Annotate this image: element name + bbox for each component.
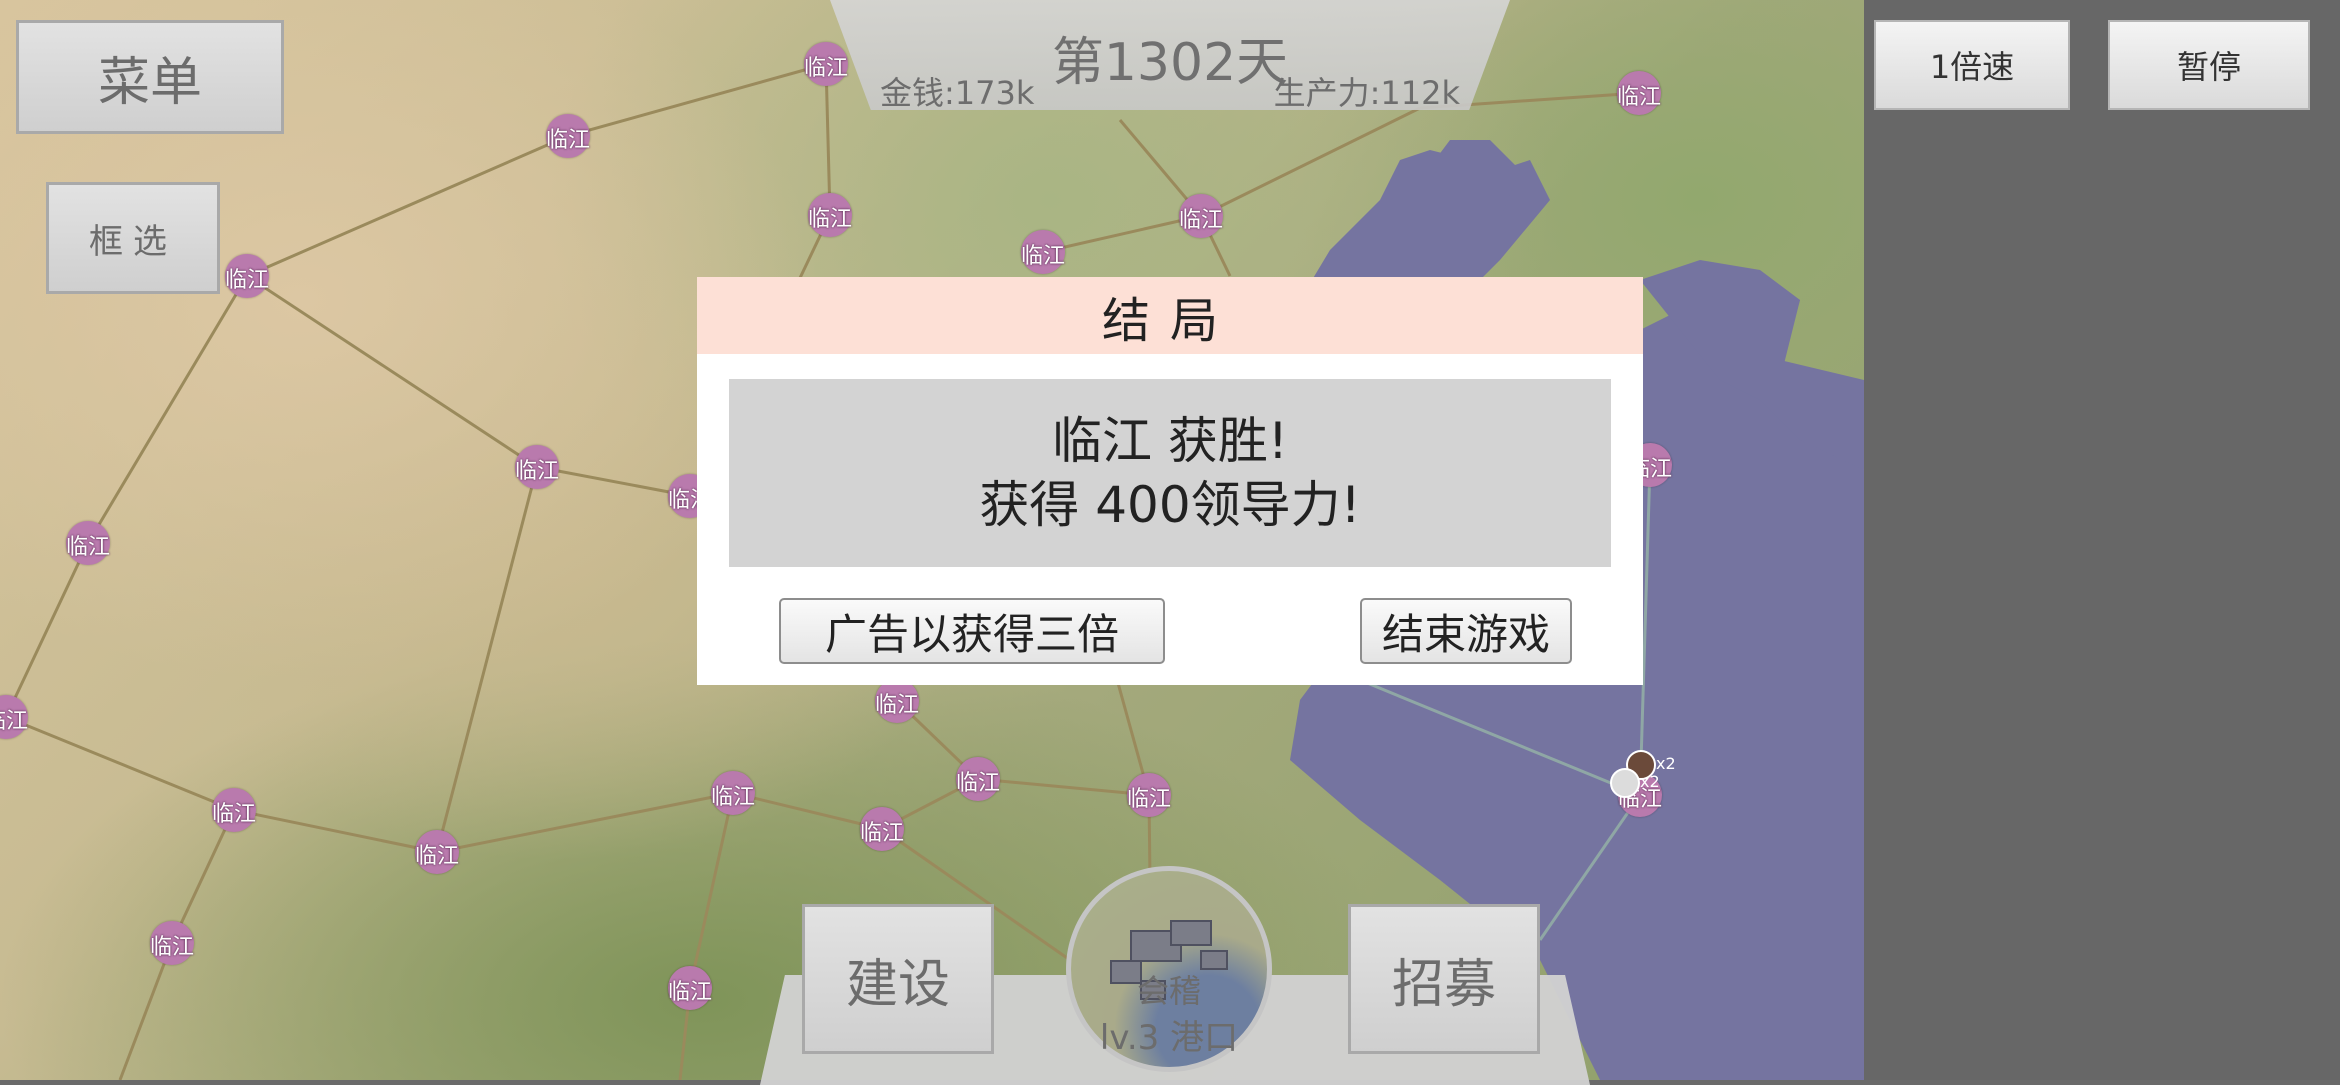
watch-ad-triple-button[interactable]: 广告以获得三倍: [779, 598, 1165, 664]
reward-text: 获得 400领导力!: [979, 476, 1361, 534]
city-label: 临江: [807, 207, 852, 232]
city-label: 临江: [667, 980, 712, 1005]
army-unit-icon[interactable]: [1610, 768, 1640, 798]
box-select-button[interactable]: 框选: [46, 182, 220, 294]
city-label: 临江: [149, 935, 194, 960]
pause-button[interactable]: 暂停: [2108, 20, 2310, 110]
money-counter: 金钱:173k: [880, 74, 1035, 112]
city-label: 临江: [545, 128, 590, 153]
city-marker[interactable]: 临江: [515, 445, 559, 489]
city-label: 临江: [514, 459, 559, 484]
unit-count: x2: [1640, 772, 1660, 791]
city-label: 临江: [1126, 787, 1171, 812]
city-marker[interactable]: 临江: [668, 966, 712, 1010]
speed-button[interactable]: 1倍速: [1874, 20, 2070, 110]
end-game-button[interactable]: 结束游戏: [1360, 598, 1572, 664]
city-marker[interactable]: 临江: [875, 679, 919, 723]
dialog-title: 结局: [697, 277, 1643, 354]
dialog-message: 临江 获胜! 获得 400领导力!: [729, 379, 1611, 567]
unit-count: x2: [1656, 754, 1676, 773]
build-button[interactable]: 建设: [802, 904, 994, 1054]
city-label: 临江: [211, 802, 256, 827]
city-label: 临江: [0, 709, 28, 734]
city-label: 临江: [224, 268, 269, 293]
menu-button[interactable]: 菜单: [16, 20, 284, 134]
city-marker[interactable]: 临江: [956, 757, 1000, 801]
city-label: 临江: [874, 693, 919, 718]
victory-text: 临江 获胜!: [1052, 412, 1288, 470]
recruit-button[interactable]: 招募: [1348, 904, 1540, 1054]
city-marker[interactable]: 临江: [66, 521, 110, 565]
city-marker[interactable]: 临江: [225, 254, 269, 298]
city-marker[interactable]: 临江: [808, 193, 852, 237]
city-marker[interactable]: 临江: [1127, 773, 1171, 817]
city-marker[interactable]: 临江: [150, 921, 194, 965]
city-label: 临江: [1020, 244, 1065, 269]
day-banner: 第1302天 金钱:173k 生产力:112k: [830, 0, 1510, 112]
city-marker[interactable]: 临江: [860, 807, 904, 851]
city-label: 临江: [1178, 208, 1223, 233]
city-label: 临江: [414, 844, 459, 869]
city-marker[interactable]: 临江: [1617, 71, 1661, 115]
city-marker[interactable]: 临江: [212, 788, 256, 832]
city-marker[interactable]: 临江: [1179, 194, 1223, 238]
city-marker[interactable]: 临江: [1021, 230, 1065, 274]
city-level: lv.3 港口: [1099, 1018, 1239, 1058]
ending-dialog: 结局 临江 获胜! 获得 400领导力! 广告以获得三倍 结束游戏: [697, 277, 1643, 685]
right-panel: [1864, 0, 2340, 1080]
city-label: 临江: [955, 771, 1000, 796]
city-name: 会稽: [1136, 972, 1201, 1010]
city-label: 临江: [859, 821, 904, 846]
city-label: 临江: [710, 785, 755, 810]
production-counter: 生产力:112k: [1273, 74, 1460, 112]
city-label: 临江: [65, 535, 110, 560]
city-marker[interactable]: 临江: [415, 830, 459, 874]
city-marker[interactable]: 临江: [711, 771, 755, 815]
city-label: 临江: [1616, 85, 1661, 110]
city-marker[interactable]: 临江: [546, 114, 590, 158]
